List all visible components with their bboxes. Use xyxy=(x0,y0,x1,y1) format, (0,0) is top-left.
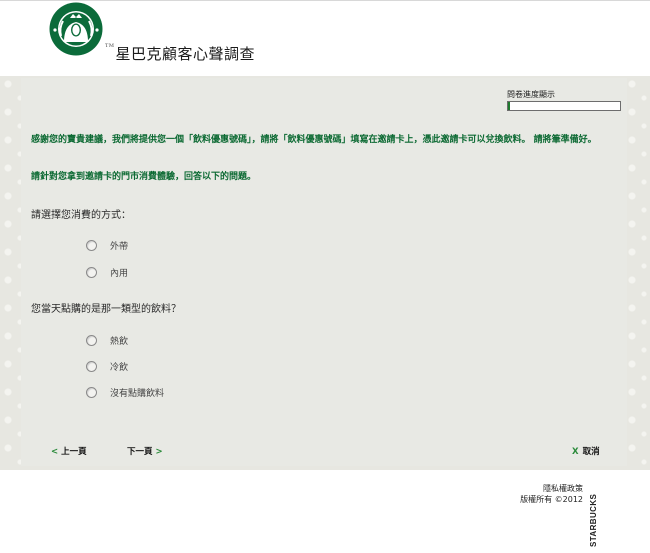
radio-button[interactable] xyxy=(86,386,97,398)
starbucks-wordmark: STARBUCKS xyxy=(589,494,598,547)
option-no-drink[interactable]: 沒有點購飲料 xyxy=(86,385,164,399)
radio-button[interactable] xyxy=(86,239,97,251)
progress-fill xyxy=(508,102,511,110)
question-consumption-method: 請選擇您消費的方式： xyxy=(31,210,131,221)
option-label: 內用 xyxy=(110,268,129,279)
next-page-label: 下一頁 xyxy=(127,447,153,457)
next-page-button[interactable]: 下一頁 > xyxy=(127,445,163,457)
brand-title-text: 星巴克顧客心聲調查 xyxy=(115,45,255,63)
wordmark-text: STARBUCKS xyxy=(589,494,598,547)
option-label: 外帶 xyxy=(110,241,129,252)
option-takeout[interactable]: 外帶 xyxy=(86,238,128,252)
chevron-right-icon: > xyxy=(155,447,163,457)
radio-button[interactable] xyxy=(86,266,97,278)
page-title: TM星巴克顧客心聲調查 xyxy=(105,43,255,64)
intro-paragraph: 感謝您的寶貴建議，我們將提供您一個「飲料優惠號碼」，請將「飲料優惠號碼」填寫在邀… xyxy=(31,135,597,145)
option-label: 熱飲 xyxy=(110,336,129,347)
radio-button[interactable] xyxy=(86,334,97,346)
option-cold-drink[interactable]: 冷飲 xyxy=(86,359,128,373)
option-hot-drink[interactable]: 熱飲 xyxy=(86,333,128,347)
starbucks-siren-logo-icon xyxy=(49,2,103,56)
copyright-text: 版權所有 ©2012 xyxy=(520,495,583,504)
chevron-left-icon: < xyxy=(51,447,59,457)
option-label: 冷飲 xyxy=(110,362,129,373)
option-label: 沒有點購飲料 xyxy=(110,388,165,399)
question-drink-type: 您當天點購的是那一類型的飲料？ xyxy=(31,304,181,315)
prev-page-button[interactable]: < 上一頁 xyxy=(51,445,87,457)
top-divider xyxy=(0,0,650,1)
prev-page-label: 上一頁 xyxy=(61,447,87,457)
privacy-policy-link[interactable]: 隱私權政策 xyxy=(520,483,583,494)
close-icon: X xyxy=(572,447,579,457)
trademark-mark: TM xyxy=(105,43,115,49)
option-dine-in[interactable]: 內用 xyxy=(86,265,128,279)
progress-bar xyxy=(507,101,621,111)
cancel-button[interactable]: X 取消 xyxy=(572,445,600,457)
radio-button[interactable] xyxy=(86,360,97,372)
progress-label: 問卷進度顯示 xyxy=(507,90,555,99)
intro-instruction: 請針對您拿到邀請卡的門市消費體驗，回答以下的問題。 xyxy=(31,172,257,182)
cancel-label: 取消 xyxy=(582,447,600,457)
footer-links: 隱私權政策 版權所有 ©2012 xyxy=(520,483,583,505)
